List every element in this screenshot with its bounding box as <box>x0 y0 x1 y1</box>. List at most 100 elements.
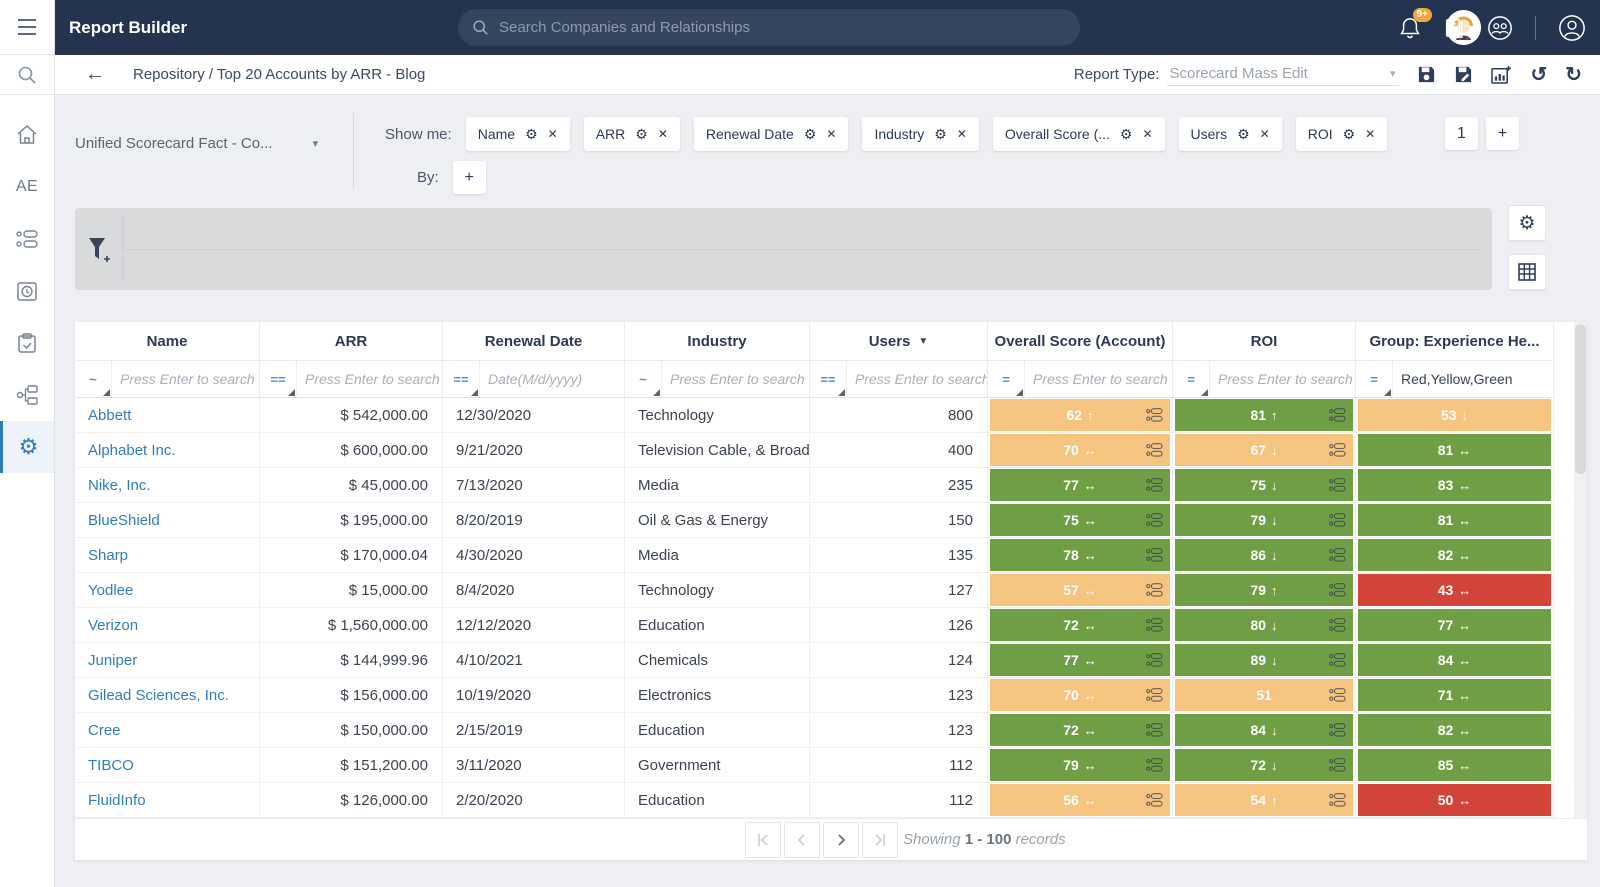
dataset-select[interactable]: Unified Scorecard Fact - Co... ▾ <box>75 135 318 152</box>
company-link[interactable]: Verizon <box>88 617 138 634</box>
filter-value[interactable]: Red,Yellow,Green <box>1393 361 1553 397</box>
close-icon[interactable]: ✕ <box>1142 127 1152 141</box>
operator-select[interactable]: == <box>260 361 297 397</box>
score-pill[interactable]: 67↓ <box>1175 434 1353 466</box>
sidebar-item-relationships[interactable] <box>0 369 54 421</box>
score-pill[interactable]: 53↓ <box>1358 399 1551 431</box>
chart-view-button[interactable] <box>1491 65 1512 84</box>
score-pill[interactable]: 84↔ <box>1358 644 1551 676</box>
company-link[interactable]: Sharp <box>88 547 128 564</box>
close-icon[interactable]: ✕ <box>957 127 967 141</box>
score-pill[interactable]: 77↔ <box>990 469 1170 501</box>
score-pill[interactable]: 56↔ <box>990 784 1170 816</box>
back-button[interactable]: ← <box>85 63 105 86</box>
page-number-button[interactable]: 1 <box>1445 117 1478 150</box>
sort-desc-icon[interactable]: ▼ <box>918 336 928 347</box>
sidebar-item-timeline[interactable] <box>0 265 54 317</box>
score-pill[interactable]: 79↑ <box>1175 574 1353 606</box>
score-pill[interactable]: 85↔ <box>1358 749 1551 781</box>
sidebar-item-home[interactable] <box>0 109 54 161</box>
sidebar-item-tasks[interactable] <box>0 317 54 369</box>
filter-input[interactable]: Press Enter to search <box>662 361 809 397</box>
score-pill[interactable]: 89↓ <box>1175 644 1353 676</box>
close-icon[interactable]: ✕ <box>1260 127 1270 141</box>
column-header-group[interactable]: Group: Experience He... <box>1356 322 1554 360</box>
filter-bar[interactable] <box>75 208 1492 290</box>
company-link[interactable]: Juniper <box>88 652 137 669</box>
operator-select[interactable]: == <box>443 361 480 397</box>
redo-button[interactable]: ↻ <box>1565 65 1582 85</box>
user-avatar-button[interactable] <box>1558 14 1586 42</box>
score-pill[interactable]: 72↔ <box>990 714 1170 746</box>
next-page-button[interactable] <box>823 822 859 858</box>
add-group-by-button[interactable]: + <box>453 161 486 194</box>
close-icon[interactable]: ✕ <box>826 127 836 141</box>
prev-page-button[interactable] <box>784 822 820 858</box>
sidebar-item-settings[interactable]: ⚙ <box>0 421 54 473</box>
add-filter-button[interactable] <box>87 236 113 269</box>
global-search[interactable] <box>458 9 1080 46</box>
gear-icon[interactable]: ⚙ <box>934 126 947 143</box>
operator-select[interactable]: = <box>1173 361 1210 397</box>
score-pill[interactable]: 75↔ <box>990 504 1170 536</box>
score-pill[interactable]: 72↓ <box>1175 749 1353 781</box>
operator-select[interactable]: ~ <box>625 361 662 397</box>
score-pill[interactable]: 50↔ <box>1358 784 1551 816</box>
gear-icon[interactable]: ⚙ <box>1343 126 1356 143</box>
score-pill[interactable]: 43↔ <box>1358 574 1551 606</box>
community-button[interactable] <box>1487 15 1513 41</box>
company-link[interactable]: Alphabet Inc. <box>88 442 176 459</box>
table-settings-button[interactable]: ⚙ <box>1508 205 1546 241</box>
search-input[interactable] <box>499 19 1019 36</box>
gear-icon[interactable]: ⚙ <box>525 126 538 143</box>
filter-input[interactable]: Press Enter to search <box>1025 361 1172 397</box>
company-link[interactable]: BlueShield <box>88 512 160 529</box>
operator-select[interactable]: ~ <box>75 361 112 397</box>
company-link[interactable]: FluidInfo <box>88 792 146 809</box>
score-pill[interactable]: 84↓ <box>1175 714 1353 746</box>
operator-select[interactable]: == <box>810 361 847 397</box>
score-pill[interactable]: 54↑ <box>1175 784 1353 816</box>
score-pill[interactable]: 80↓ <box>1175 609 1353 641</box>
company-link[interactable]: TIBCO <box>88 757 134 774</box>
column-header-name[interactable]: Name <box>75 322 260 360</box>
hamburger-menu[interactable] <box>0 0 54 55</box>
score-pill[interactable]: 82↔ <box>1358 539 1551 571</box>
save-as-button[interactable] <box>1454 65 1473 84</box>
operator-select[interactable]: = <box>1356 361 1393 397</box>
table-view-button[interactable] <box>1508 254 1546 290</box>
save-button[interactable] <box>1417 65 1436 84</box>
score-pill[interactable]: 86↓ <box>1175 539 1353 571</box>
filter-input[interactable]: Press Enter to search <box>112 361 259 397</box>
score-pill[interactable]: 51 <box>1175 679 1353 711</box>
undo-button[interactable]: ↺ <box>1530 65 1547 85</box>
field-chip[interactable]: Users⚙✕ <box>1179 117 1282 151</box>
company-link[interactable]: Cree <box>88 722 121 739</box>
field-chip[interactable]: Renewal Date⚙✕ <box>694 117 849 151</box>
close-icon[interactable]: ✕ <box>658 127 668 141</box>
column-header-roi[interactable]: ROI <box>1173 322 1356 360</box>
field-chip[interactable]: Overall Score (...⚙✕ <box>993 117 1165 151</box>
filter-input[interactable]: Press Enter to search <box>847 361 987 397</box>
knowledge-base-button[interactable] <box>1443 17 1465 39</box>
gear-icon[interactable]: ⚙ <box>635 126 648 143</box>
add-page-button[interactable]: + <box>1486 117 1519 150</box>
score-pill[interactable]: 83↔ <box>1358 469 1551 501</box>
company-link[interactable]: Yodlee <box>88 582 133 599</box>
filter-input[interactable]: Press Enter to search <box>297 361 442 397</box>
score-pill[interactable]: 78↔ <box>990 539 1170 571</box>
breadcrumb[interactable]: Repository / Top 20 Accounts by ARR - Bl… <box>133 66 425 83</box>
filter-input[interactable]: Press Enter to search <box>1210 361 1355 397</box>
score-pill[interactable]: 77↔ <box>1358 609 1551 641</box>
field-chip[interactable]: Industry⚙✕ <box>862 117 978 151</box>
close-icon[interactable]: ✕ <box>548 127 558 141</box>
column-header-overall[interactable]: Overall Score (Account) <box>988 322 1173 360</box>
score-pill[interactable]: 75↓ <box>1175 469 1353 501</box>
field-chip[interactable]: Name⚙✕ <box>466 117 570 151</box>
score-pill[interactable]: 62↑ <box>990 399 1170 431</box>
column-header-arr[interactable]: ARR <box>260 322 443 360</box>
company-link[interactable]: Nike, Inc. <box>88 477 151 494</box>
column-header-users[interactable]: Users▼ <box>810 322 988 360</box>
score-pill[interactable]: 81↔ <box>1358 504 1551 536</box>
company-link[interactable]: Gilead Sciences, Inc. <box>88 687 229 704</box>
